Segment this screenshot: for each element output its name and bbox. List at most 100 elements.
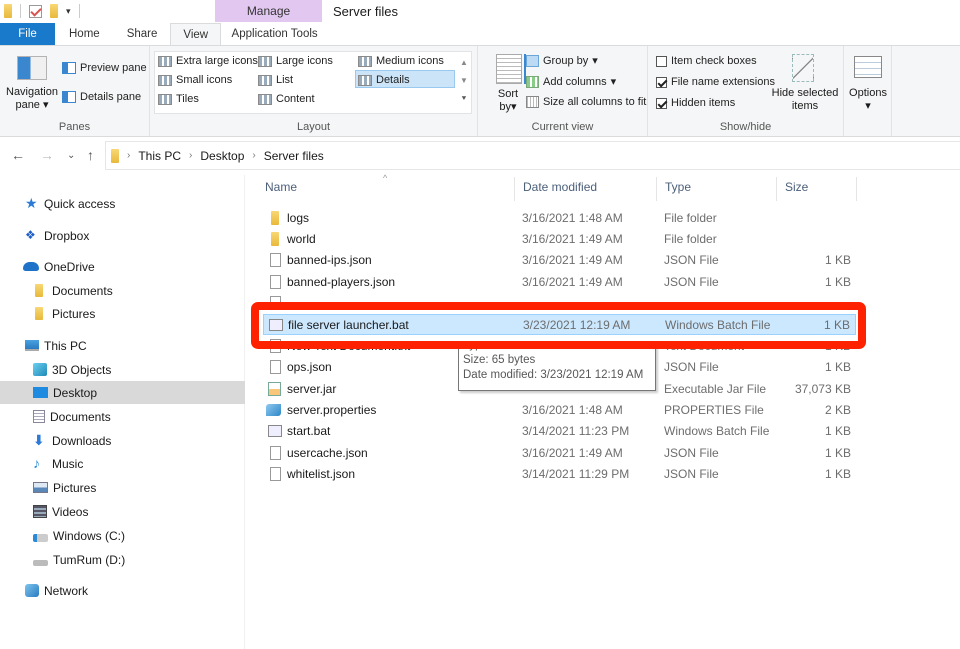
- group-by-button[interactable]: Group by ▾: [526, 54, 598, 67]
- navigation-pane: ★ Quick access ❖ Dropbox OneDrive Docume…: [0, 175, 245, 649]
- sidebar-item-windows-c[interactable]: Windows (C:): [0, 524, 245, 547]
- column-divider[interactable]: [514, 177, 515, 201]
- file-row-banned-players[interactable]: banned-players.json 3/16/2021 1:49 AM JS…: [263, 272, 856, 293]
- quick-access-toolbar: ▾: [4, 4, 80, 18]
- options-button[interactable]: Options ▾: [844, 46, 892, 116]
- file-name-extensions-toggle[interactable]: File name extensions: [656, 76, 775, 88]
- sidebar-item-this-pc[interactable]: This PC: [0, 334, 245, 357]
- layout-content[interactable]: Content: [258, 93, 315, 105]
- layout-list[interactable]: List: [258, 74, 293, 86]
- options-group: Options ▾: [844, 46, 892, 136]
- sidebar-item-onedrive[interactable]: OneDrive: [0, 255, 245, 278]
- tooltip-type: Type: Windows Batch File: [463, 343, 596, 351]
- file-icon: [270, 275, 281, 289]
- properties-file-icon: [266, 404, 281, 416]
- column-header-size[interactable]: Size: [785, 180, 808, 194]
- forward-arrow-icon[interactable]: →: [40, 147, 54, 163]
- file-icon: [270, 467, 281, 481]
- file-row-server-properties[interactable]: server.properties 3/16/2021 1:48 AM PROP…: [263, 400, 856, 421]
- sidebar-item-music[interactable]: ♪ Music: [0, 452, 245, 475]
- layout-gallery-scroll[interactable]: ▲ ▼ ⯆: [459, 54, 469, 108]
- drive-c-icon: [33, 534, 48, 542]
- back-arrow-icon[interactable]: ←: [11, 147, 25, 163]
- large-icons-icon: [258, 55, 272, 67]
- sidebar-item-videos[interactable]: Videos: [0, 500, 245, 523]
- tab-home[interactable]: Home: [55, 23, 114, 45]
- layout-tiles[interactable]: Tiles: [158, 93, 199, 105]
- size-all-columns-button[interactable]: Size all columns to fit: [526, 96, 646, 108]
- layout-small-icons[interactable]: Small icons: [158, 74, 232, 86]
- breadcrumb-desktop[interactable]: Desktop: [200, 149, 244, 163]
- tab-view[interactable]: View: [170, 23, 222, 45]
- properties-check-icon[interactable]: [29, 4, 42, 18]
- file-row-usercache[interactable]: usercache.json 3/16/2021 1:49 AM JSON Fi…: [263, 443, 856, 464]
- file-row-obscured[interactable]: [263, 293, 856, 314]
- hidden-items-toggle[interactable]: Hidden items: [656, 97, 735, 109]
- sidebar-item-tumrum-d[interactable]: TumRum (D:): [0, 548, 245, 571]
- folder-icon: [271, 211, 279, 225]
- chevron-down-icon: ▾: [865, 100, 871, 112]
- checkbox-checked-icon[interactable]: [656, 97, 667, 109]
- file-row-logs[interactable]: logs 3/16/2021 1:48 AM File folder: [263, 208, 856, 229]
- sidebar-item-onedrive-pictures[interactable]: Pictures: [0, 302, 245, 325]
- column-divider[interactable]: [776, 177, 777, 201]
- column-header-name[interactable]: Name: [265, 180, 297, 194]
- manage-context-tab[interactable]: Manage: [215, 0, 322, 22]
- sidebar-item-onedrive-documents[interactable]: Documents: [0, 279, 245, 302]
- breadcrumb-this-pc[interactable]: This PC: [138, 149, 181, 163]
- chevron-down-icon: ▾: [43, 99, 49, 111]
- sidebar-item-quick-access[interactable]: ★ Quick access: [0, 192, 245, 215]
- title-bar: ▾ Manage Server files: [0, 0, 960, 24]
- file-info-tooltip: Type: Windows Batch File Size: 65 bytes …: [458, 343, 656, 391]
- chevron-right-icon[interactable]: ›: [252, 150, 255, 161]
- details-pane-button[interactable]: Details pane: [62, 91, 141, 103]
- expand-gallery-icon[interactable]: ⯆: [459, 90, 469, 108]
- scroll-down-icon[interactable]: ▼: [459, 72, 469, 90]
- layout-details[interactable]: Details: [358, 74, 410, 86]
- layout-gallery: Extra large icons Large icons Medium ico…: [154, 51, 472, 114]
- hide-selected-items-button[interactable]: Hide selected items: [770, 46, 840, 116]
- scroll-up-icon[interactable]: ▲: [459, 54, 469, 72]
- medium-icons-icon: [358, 55, 372, 67]
- layout-large-icons[interactable]: Large icons: [258, 55, 333, 67]
- new-folder-icon[interactable]: [50, 4, 58, 18]
- customize-dropdown-icon[interactable]: ▾: [66, 6, 71, 17]
- column-divider[interactable]: [856, 177, 857, 201]
- checkbox-checked-icon[interactable]: [656, 76, 667, 88]
- hide-selected-icon: [792, 54, 814, 82]
- file-row-world[interactable]: world 3/16/2021 1:49 AM File folder: [263, 229, 856, 250]
- sidebar-item-documents[interactable]: Documents: [0, 405, 245, 428]
- chevron-right-icon[interactable]: ›: [127, 150, 130, 161]
- tab-file[interactable]: File: [0, 23, 55, 45]
- tab-application-tools[interactable]: Application Tools: [221, 23, 329, 45]
- checkbox-unchecked-icon[interactable]: [656, 55, 667, 67]
- add-columns-button[interactable]: Add columns ▾: [526, 75, 616, 88]
- preview-pane-button[interactable]: Preview pane: [62, 62, 147, 74]
- item-check-boxes-toggle[interactable]: Item check boxes: [656, 55, 757, 67]
- navigation-pane-label: Navigation pane ▾: [6, 86, 58, 111]
- column-header-date-modified[interactable]: Date modified: [523, 180, 597, 194]
- tab-share[interactable]: Share: [114, 23, 171, 45]
- recent-locations-chevron-icon[interactable]: ⌄: [67, 150, 75, 161]
- file-row-whitelist[interactable]: whitelist.json 3/14/2021 11:29 PM JSON F…: [263, 464, 856, 485]
- file-row-banned-ips[interactable]: banned-ips.json 3/16/2021 1:49 AM JSON F…: [263, 250, 856, 271]
- address-bar[interactable]: › This PC › Desktop › Server files: [105, 141, 960, 170]
- file-row-start-bat[interactable]: start.bat 3/14/2021 11:23 PM Windows Bat…: [263, 421, 856, 442]
- sidebar-item-dropbox[interactable]: ❖ Dropbox: [0, 224, 245, 247]
- file-row-file-server-launcher[interactable]: file server launcher.bat 3/23/2021 12:19…: [263, 314, 856, 335]
- download-icon: ⬇: [33, 432, 45, 448]
- layout-medium-icons[interactable]: Medium icons: [358, 55, 444, 67]
- column-header-type[interactable]: Type: [665, 180, 691, 194]
- sidebar-item-3d-objects[interactable]: 3D Objects: [0, 358, 245, 381]
- column-divider[interactable]: [656, 177, 657, 201]
- sidebar-item-downloads[interactable]: ⬇ Downloads: [0, 429, 245, 452]
- film-icon: [33, 505, 47, 518]
- up-arrow-icon[interactable]: ↑: [87, 147, 94, 163]
- file-icon: [270, 339, 281, 353]
- breadcrumb-server-files[interactable]: Server files: [264, 149, 324, 163]
- chevron-right-icon[interactable]: ›: [189, 150, 192, 161]
- layout-extra-large-icons[interactable]: Extra large icons: [158, 55, 258, 67]
- sidebar-item-pictures[interactable]: Pictures: [0, 476, 245, 499]
- sidebar-item-desktop[interactable]: Desktop: [0, 381, 245, 404]
- sidebar-item-network[interactable]: Network: [0, 579, 245, 602]
